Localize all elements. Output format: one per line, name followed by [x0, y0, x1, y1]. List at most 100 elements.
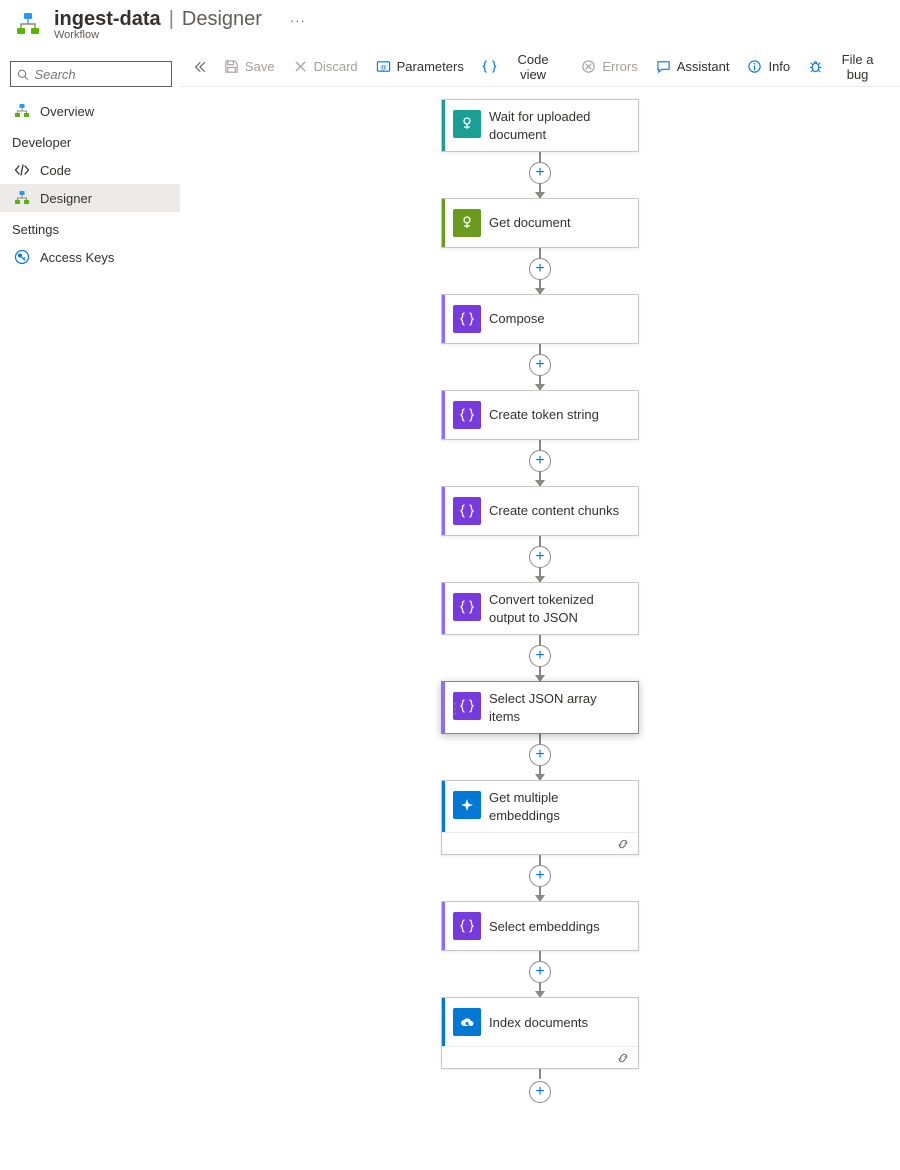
- node-accent: [442, 391, 445, 439]
- workflow-node[interactable]: Convert tokenized output to JSON: [441, 582, 639, 635]
- bug-icon: [808, 59, 823, 74]
- node-accent: [442, 583, 445, 634]
- node-label: Select JSON array items: [489, 682, 638, 733]
- workflow-app-icon: [12, 9, 44, 41]
- connector: +: [529, 734, 551, 780]
- connector: +: [529, 536, 551, 582]
- add-step-button[interactable]: +: [529, 961, 551, 983]
- add-step-button[interactable]: +: [529, 162, 551, 184]
- sidebar-item-label: Access Keys: [40, 250, 114, 265]
- node-label: Convert tokenized output to JSON: [489, 583, 638, 634]
- parameters-icon: @: [376, 59, 391, 74]
- add-step-button[interactable]: +: [529, 865, 551, 887]
- sidebar: Overview Developer Code Designer Setting…: [0, 47, 180, 1163]
- workflow-node[interactable]: Compose: [441, 294, 639, 344]
- workflow-node[interactable]: Index documents: [441, 997, 639, 1069]
- trigger-icon: [453, 209, 481, 237]
- title-separator: |: [169, 8, 174, 31]
- cloud-icon: [453, 1008, 481, 1036]
- sidebar-item-label: Overview: [40, 104, 94, 119]
- discard-button[interactable]: Discard: [285, 55, 366, 78]
- workflow-node[interactable]: ⋮ Select JSON array items: [441, 681, 639, 734]
- add-step-button[interactable]: +: [529, 645, 551, 667]
- braces-icon: [482, 59, 497, 74]
- node-label: Get document: [489, 199, 581, 247]
- node-label: Index documents: [489, 998, 598, 1046]
- node-accent: [442, 199, 445, 247]
- node-label: Create token string: [489, 391, 609, 439]
- connector: +: [529, 855, 551, 901]
- svg-text:@: @: [380, 64, 387, 71]
- error-icon: [581, 59, 596, 74]
- info-button[interactable]: Info: [739, 55, 798, 78]
- braces-icon: [453, 305, 481, 333]
- workflow-icon: [14, 190, 30, 206]
- sidebar-item-label: Designer: [40, 191, 92, 206]
- braces-icon: [453, 401, 481, 429]
- add-step-button[interactable]: +: [529, 546, 551, 568]
- node-label: Create content chunks: [489, 487, 629, 535]
- workflow-node[interactable]: Select embeddings: [441, 901, 639, 951]
- sidebar-item-overview[interactable]: Overview: [0, 97, 180, 125]
- add-step-button[interactable]: +: [529, 744, 551, 766]
- node-accent: [442, 487, 445, 535]
- node-label: Compose: [489, 295, 555, 343]
- more-menu-icon[interactable]: ···: [290, 13, 306, 28]
- sparkle-icon: [453, 791, 481, 819]
- node-label: Get multiple embeddings: [489, 781, 638, 832]
- connector: +: [529, 1069, 551, 1103]
- search-input[interactable]: [34, 67, 165, 82]
- braces-icon: [453, 497, 481, 525]
- search-input-wrap[interactable]: [10, 61, 172, 87]
- collapse-sidebar-button[interactable]: [186, 53, 214, 81]
- key-icon: [14, 249, 30, 265]
- workflow-node[interactable]: Get document: [441, 198, 639, 248]
- trigger-icon: [453, 110, 481, 138]
- node-accent: [442, 902, 445, 950]
- errors-button[interactable]: Errors: [573, 55, 645, 78]
- node-footer: [442, 832, 638, 854]
- connector: +: [529, 248, 551, 294]
- add-step-button[interactable]: +: [529, 1081, 551, 1103]
- node-footer: [442, 1046, 638, 1068]
- workflow-node[interactable]: Create content chunks: [441, 486, 639, 536]
- node-accent: [442, 998, 445, 1046]
- save-button[interactable]: Save: [216, 55, 283, 78]
- designer-canvas[interactable]: Wait for uploaded document + Get document +…: [180, 87, 900, 1163]
- workflow-node[interactable]: Create token string: [441, 390, 639, 440]
- save-icon: [224, 59, 239, 74]
- node-accent: [442, 295, 445, 343]
- connector: +: [529, 635, 551, 681]
- resource-name: ingest-data: [54, 8, 161, 31]
- sidebar-item-designer[interactable]: Designer: [0, 184, 180, 212]
- workflow-node[interactable]: Wait for uploaded document: [441, 99, 639, 152]
- parameters-button[interactable]: @ Parameters: [368, 55, 472, 78]
- assistant-button[interactable]: Assistant: [648, 55, 738, 78]
- add-step-button[interactable]: +: [529, 258, 551, 280]
- search-icon: [17, 68, 28, 81]
- sidebar-item-code[interactable]: Code: [0, 156, 180, 184]
- connector: +: [529, 440, 551, 486]
- discard-icon: [293, 59, 308, 74]
- file-bug-button[interactable]: File a bug: [800, 48, 894, 86]
- node-label: Select embeddings: [489, 902, 610, 950]
- chat-icon: [656, 59, 671, 74]
- code-view-button[interactable]: Code view: [474, 48, 571, 86]
- node-accent: [442, 781, 445, 832]
- add-step-button[interactable]: +: [529, 354, 551, 376]
- node-accent: [442, 100, 445, 151]
- connector: +: [529, 152, 551, 198]
- add-step-button[interactable]: +: [529, 450, 551, 472]
- workflow-node[interactable]: Get multiple embeddings: [441, 780, 639, 855]
- connector: +: [529, 951, 551, 997]
- sidebar-item-access-keys[interactable]: Access Keys: [0, 243, 180, 271]
- node-accent: [442, 682, 445, 733]
- connector: +: [529, 344, 551, 390]
- link-icon: [616, 1051, 630, 1065]
- section-settings: Settings: [0, 212, 180, 243]
- drag-handle-icon[interactable]: ⋮: [448, 706, 462, 710]
- node-label: Wait for uploaded document: [489, 100, 638, 151]
- link-icon: [616, 837, 630, 851]
- braces-icon: [453, 593, 481, 621]
- braces-icon: [453, 912, 481, 940]
